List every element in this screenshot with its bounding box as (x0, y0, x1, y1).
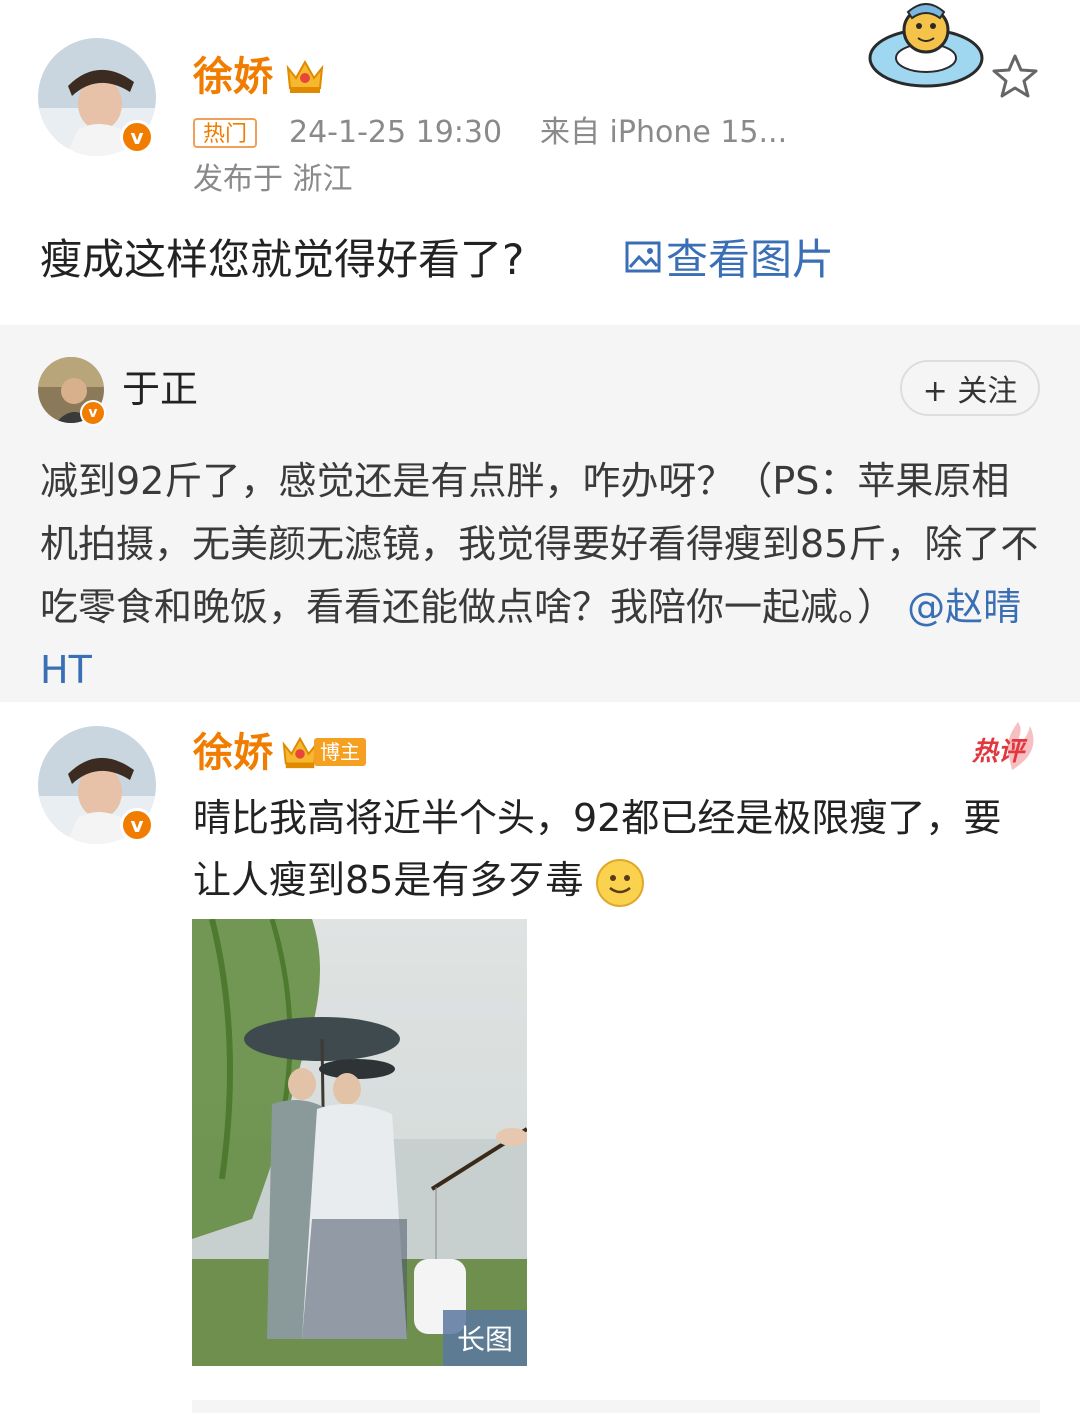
follow-button[interactable]: + 关注 (900, 360, 1040, 416)
hot-comment-label: 热评 (972, 737, 1025, 767)
verified-badge-icon: v (120, 120, 154, 154)
crown-icon (284, 56, 326, 100)
post-timestamp: 24-1-25 19:30 (289, 115, 503, 150)
hot-comment-tag: 热评 (972, 722, 1034, 782)
repost-text: 减到92斤了，感觉还是有点胖，咋办呀？（PS：苹果原相机拍摄，无美颜无滤镜，我觉… (40, 450, 1040, 702)
smile-emoji-icon (595, 858, 645, 908)
comment-photo[interactable] (192, 919, 527, 1366)
comment-text: 晴比我高将近半个头，92都已经是极限瘦了，要让人瘦到85是有多歹毒 (193, 787, 1033, 911)
post-source: 来自 iPhone 15... (540, 115, 788, 150)
blogger-badge: 博主 (280, 733, 366, 771)
view-images-link[interactable]: 查看图片 (624, 230, 834, 290)
image-icon (624, 230, 662, 290)
favorite-star-icon[interactable] (990, 52, 1040, 104)
view-images-label: 查看图片 (666, 235, 835, 284)
author-name[interactable]: 徐娇 (193, 52, 273, 102)
post-body: 瘦成这样您就觉得好看了? (40, 235, 525, 284)
hot-tag: 热门 (193, 118, 258, 148)
commenter-name[interactable]: 徐娇 (193, 728, 273, 778)
bottom-divider (192, 1400, 1040, 1413)
blogger-badge-label: 博主 (314, 738, 366, 766)
repost-verified-badge-icon: v (80, 400, 106, 426)
post-location: 发布于 浙江 (193, 162, 353, 197)
mascot-sticker (864, 0, 988, 100)
commenter-verified-badge-icon: v (120, 808, 154, 842)
repost-author-name[interactable]: 于正 (122, 365, 198, 413)
long-image-tag: 长图 (443, 1310, 527, 1366)
post-text: 瘦成这样您就觉得好看了? (40, 230, 524, 290)
repost-body: 减到92斤了，感觉还是有点胖，咋办呀？（PS：苹果原相机拍摄，无美颜无滤镜，我觉… (40, 459, 1039, 629)
